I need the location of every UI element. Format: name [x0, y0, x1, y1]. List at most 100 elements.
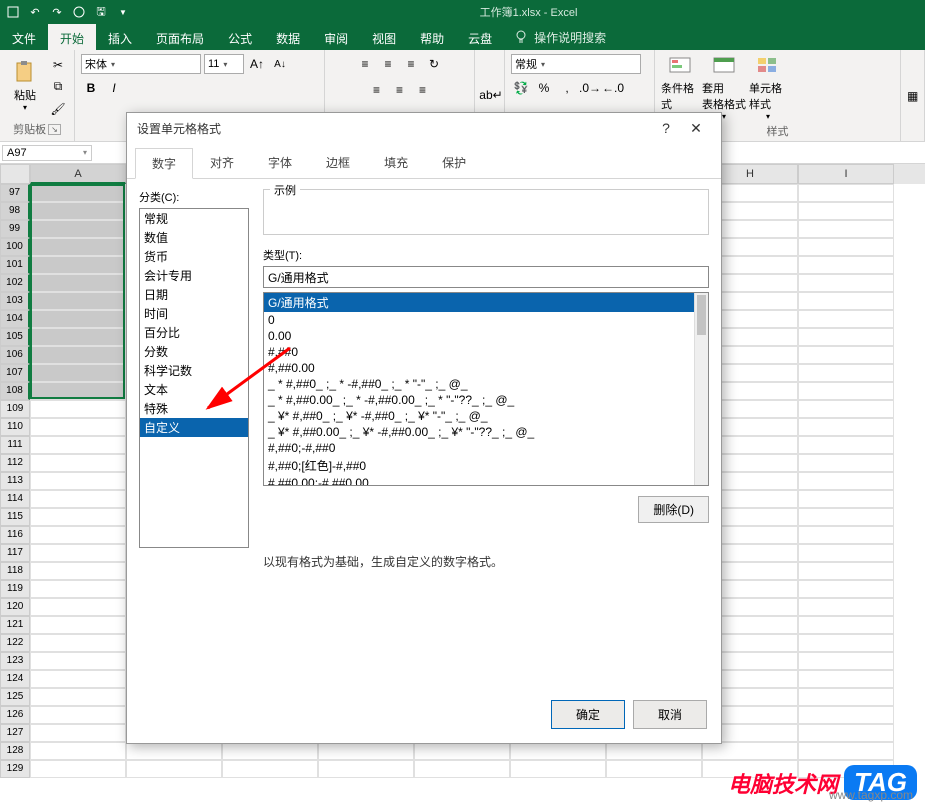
close-button[interactable]: ✕	[681, 120, 711, 137]
cell[interactable]	[30, 742, 126, 760]
tab-insert[interactable]: 插入	[96, 24, 144, 50]
align-top-icon[interactable]: ≡	[355, 54, 375, 74]
type-item[interactable]: #,##0;-#,##0	[264, 440, 708, 456]
row-header[interactable]: 122	[0, 634, 30, 652]
row-header[interactable]: 109	[0, 400, 30, 418]
row-header[interactable]: 127	[0, 724, 30, 742]
row-header[interactable]: 101	[0, 256, 30, 274]
italic-button[interactable]: I	[104, 78, 124, 98]
category-item[interactable]: 文本	[140, 380, 248, 399]
align-center-icon[interactable]: ≡	[390, 80, 410, 100]
align-left-icon[interactable]: ≡	[367, 80, 387, 100]
qat-menu-icon[interactable]	[4, 3, 22, 21]
row-header[interactable]: 116	[0, 526, 30, 544]
cell[interactable]	[30, 688, 126, 706]
format-table-button[interactable]: 套用 表格格式▾	[705, 54, 743, 121]
row-header[interactable]: 121	[0, 616, 30, 634]
type-item[interactable]: 0.00	[264, 328, 708, 344]
column-header[interactable]: I	[798, 164, 894, 184]
cell[interactable]	[798, 292, 894, 310]
undo-icon[interactable]: ↶	[26, 3, 44, 21]
cell[interactable]	[30, 598, 126, 616]
cell[interactable]	[30, 454, 126, 472]
category-item[interactable]: 分数	[140, 342, 248, 361]
cell[interactable]	[126, 742, 222, 760]
paste-button[interactable]: 粘贴 ▾	[6, 61, 44, 112]
cell[interactable]	[798, 706, 894, 724]
type-item[interactable]: G/通用格式	[264, 293, 708, 312]
row-header[interactable]: 100	[0, 238, 30, 256]
row-header[interactable]: 119	[0, 580, 30, 598]
cell[interactable]	[798, 202, 894, 220]
type-item[interactable]: #,##0.00;-#,##0.00	[264, 475, 708, 486]
row-header[interactable]: 107	[0, 364, 30, 382]
comma-icon[interactable]: ,	[557, 78, 577, 98]
delete-button[interactable]: 删除(D)	[638, 496, 709, 523]
type-item[interactable]: #,##0	[264, 344, 708, 360]
cell[interactable]	[30, 418, 126, 436]
align-bot-icon[interactable]: ≡	[401, 54, 421, 74]
row-header[interactable]: 99	[0, 220, 30, 238]
dialog-tab[interactable]: 对齐	[193, 147, 251, 178]
row-header[interactable]: 106	[0, 346, 30, 364]
cell[interactable]	[30, 508, 126, 526]
row-header[interactable]: 103	[0, 292, 30, 310]
ok-button[interactable]: 确定	[551, 700, 625, 729]
touch-mode-icon[interactable]	[70, 3, 88, 21]
row-header[interactable]: 97	[0, 184, 30, 202]
type-item[interactable]: _ * #,##0_ ;_ * -#,##0_ ;_ * "-"_ ;_ @_	[264, 376, 708, 392]
cell[interactable]	[30, 382, 126, 400]
cut-icon[interactable]: ✂	[48, 55, 68, 75]
cell[interactable]	[798, 580, 894, 598]
tab-file[interactable]: 文件	[0, 24, 48, 50]
category-item[interactable]: 会计专用	[140, 266, 248, 285]
cell[interactable]	[798, 238, 894, 256]
cell[interactable]	[30, 472, 126, 490]
cell[interactable]	[798, 310, 894, 328]
percent-icon[interactable]: %	[534, 78, 554, 98]
cell[interactable]	[798, 400, 894, 418]
type-item[interactable]: _ ¥* #,##0_ ;_ ¥* -#,##0_ ;_ ¥* "-"_ ;_ …	[264, 408, 708, 424]
cell[interactable]	[30, 580, 126, 598]
cell[interactable]	[30, 634, 126, 652]
tab-home[interactable]: 开始	[48, 24, 96, 50]
cell[interactable]	[318, 760, 414, 778]
row-header[interactable]: 124	[0, 670, 30, 688]
orientation-icon[interactable]: ↻	[424, 54, 444, 74]
type-input[interactable]	[263, 266, 709, 288]
row-header[interactable]: 102	[0, 274, 30, 292]
cell[interactable]	[30, 436, 126, 454]
tab-help[interactable]: 帮助	[408, 24, 456, 50]
cell[interactable]	[798, 382, 894, 400]
cell[interactable]	[798, 670, 894, 688]
qat-customize-icon[interactable]: ▼	[114, 3, 132, 21]
category-list[interactable]: 常规数值货币会计专用日期时间百分比分数科学记数文本特殊自定义	[139, 208, 249, 548]
cell[interactable]	[798, 544, 894, 562]
row-header[interactable]: 110	[0, 418, 30, 436]
conditional-format-button[interactable]: 条件格式▾	[661, 54, 699, 121]
cell[interactable]	[222, 742, 318, 760]
insert-cells-icon[interactable]: ▦	[907, 89, 918, 103]
tab-data[interactable]: 数据	[264, 24, 312, 50]
font-name-combo[interactable]: 宋体▾	[81, 54, 201, 74]
cell[interactable]	[798, 742, 894, 760]
cell[interactable]	[30, 292, 126, 310]
row-header[interactable]: 115	[0, 508, 30, 526]
cell[interactable]	[30, 364, 126, 382]
cell[interactable]	[414, 742, 510, 760]
cell[interactable]	[30, 238, 126, 256]
cell[interactable]	[30, 256, 126, 274]
dialog-tab[interactable]: 边框	[309, 147, 367, 178]
dialog-tab[interactable]: 保护	[425, 147, 483, 178]
cell[interactable]	[30, 202, 126, 220]
cell[interactable]	[126, 760, 222, 778]
cell[interactable]	[798, 508, 894, 526]
category-item[interactable]: 货币	[140, 247, 248, 266]
row-header[interactable]: 113	[0, 472, 30, 490]
copy-icon[interactable]: ⧉	[48, 77, 68, 97]
tab-cloud[interactable]: 云盘	[456, 24, 504, 50]
type-item[interactable]: #,##0.00	[264, 360, 708, 376]
type-item[interactable]: _ ¥* #,##0.00_ ;_ ¥* -#,##0.00_ ;_ ¥* "-…	[264, 424, 708, 440]
cell[interactable]	[30, 184, 126, 202]
cell[interactable]	[798, 526, 894, 544]
